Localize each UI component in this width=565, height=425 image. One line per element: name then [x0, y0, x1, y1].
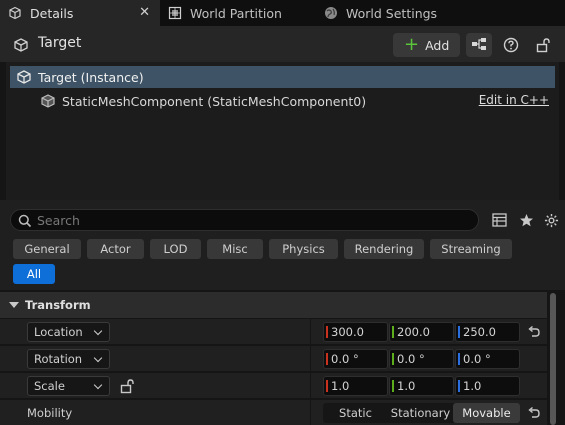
lock-icon[interactable] [533, 35, 553, 55]
filter-all[interactable]: All [13, 264, 55, 284]
unlock-icon[interactable] [119, 378, 135, 397]
rotation-y-field[interactable]: 0.0 ° [389, 349, 454, 369]
filter-physics[interactable]: Physics [269, 239, 338, 259]
scale-z-field[interactable]: 1.0 [455, 376, 520, 396]
tab-details[interactable]: Details ✕ [0, 0, 160, 26]
tree-item-root-label: Target (Instance) [38, 69, 144, 85]
property-row-scale: Scale 1.0 1.0 1.0 [0, 372, 547, 399]
add-button-label: Add [425, 37, 450, 53]
location-z-field[interactable]: 250.0 [455, 322, 520, 342]
location-y-field[interactable]: 200.0 [389, 322, 454, 342]
chevron-down-icon [93, 353, 103, 363]
page-title: Target [38, 35, 82, 51]
section-title: Transform [25, 298, 91, 312]
details-icon [8, 6, 22, 20]
hierarchy-icon [471, 37, 487, 54]
scale-dropdown[interactable]: Scale [27, 376, 110, 396]
star-icon[interactable] [518, 212, 534, 228]
mobility-option-stationary[interactable]: Stationary [388, 403, 453, 423]
actor-icon [13, 37, 29, 53]
tab-details-label: Details [30, 5, 74, 21]
chevron-down-icon [93, 326, 103, 336]
add-component-button[interactable]: + Add [393, 33, 460, 57]
tree-item-root[interactable]: Target (Instance) [10, 66, 555, 88]
close-icon[interactable]: ✕ [139, 5, 150, 20]
filter-lod[interactable]: LOD [150, 239, 201, 259]
tab-world-partition[interactable]: World Partition [160, 0, 320, 26]
rotation-z-field[interactable]: 0.0 ° [455, 349, 520, 369]
reset-icon[interactable] [527, 325, 541, 339]
scrollbar[interactable] [549, 292, 557, 425]
mobility-segmented-control: Static Stationary Movable [323, 403, 520, 423]
filter-misc[interactable]: Misc [207, 239, 263, 259]
help-icon[interactable] [501, 35, 521, 55]
scale-y-field[interactable]: 1.0 [389, 376, 454, 396]
tab-world-partition-label: World Partition [190, 5, 282, 21]
blueprint-button[interactable] [466, 33, 492, 57]
globe-icon [324, 6, 338, 20]
filter-streaming[interactable]: Streaming [430, 239, 512, 259]
edit-in-cpp-link[interactable]: Edit in C++ [479, 93, 549, 107]
property-row-location: Location 300.0 200.0 250.0 [0, 318, 547, 345]
component-tree: Target (Instance) StaticMeshComponent (S… [6, 62, 559, 200]
caret-down-icon [9, 302, 19, 308]
tab-world-settings[interactable]: World Settings [320, 0, 480, 26]
search-box [10, 209, 479, 231]
chevron-down-icon [93, 380, 103, 390]
filter-actor[interactable]: Actor [87, 239, 144, 259]
tree-item-static-mesh[interactable]: StaticMeshComponent (StaticMeshComponent… [10, 90, 555, 112]
world-partition-icon [168, 6, 182, 20]
reset-icon[interactable] [527, 406, 541, 420]
tab-world-settings-label: World Settings [346, 5, 438, 21]
property-row-mobility: Mobility Static Stationary Movable [0, 399, 547, 425]
tab-bar: Details ✕ World Partition World Settings [0, 0, 565, 26]
mobility-option-static[interactable]: Static [323, 403, 388, 423]
rotation-x-field[interactable]: 0.0 ° [323, 349, 388, 369]
search-input[interactable] [37, 212, 467, 228]
gear-icon[interactable] [543, 212, 559, 228]
filter-panel: General Actor LOD Misc Physics Rendering… [0, 200, 565, 290]
filter-general[interactable]: General [13, 239, 81, 259]
plus-icon: + [404, 34, 420, 55]
transform-section-header[interactable]: Transform [0, 292, 547, 318]
location-x-field[interactable]: 300.0 [323, 322, 388, 342]
scale-x-field[interactable]: 1.0 [323, 376, 388, 396]
scrollbar-thumb[interactable] [550, 293, 556, 425]
rotation-dropdown[interactable]: Rotation [27, 349, 110, 369]
actor-icon [16, 69, 32, 85]
search-icon [18, 214, 32, 228]
details-header: Target + Add [0, 26, 565, 62]
mobility-label: Mobility [27, 406, 73, 420]
static-mesh-icon [40, 93, 56, 109]
property-row-rotation: Rotation 0.0 ° 0.0 ° 0.0 ° [0, 345, 547, 372]
location-dropdown[interactable]: Location [27, 322, 110, 342]
mobility-option-movable[interactable]: Movable [453, 403, 520, 423]
filter-rendering[interactable]: Rendering [344, 239, 424, 259]
table-view-icon[interactable] [491, 212, 507, 228]
tree-item-static-mesh-label: StaticMeshComponent (StaticMeshComponent… [62, 93, 367, 109]
